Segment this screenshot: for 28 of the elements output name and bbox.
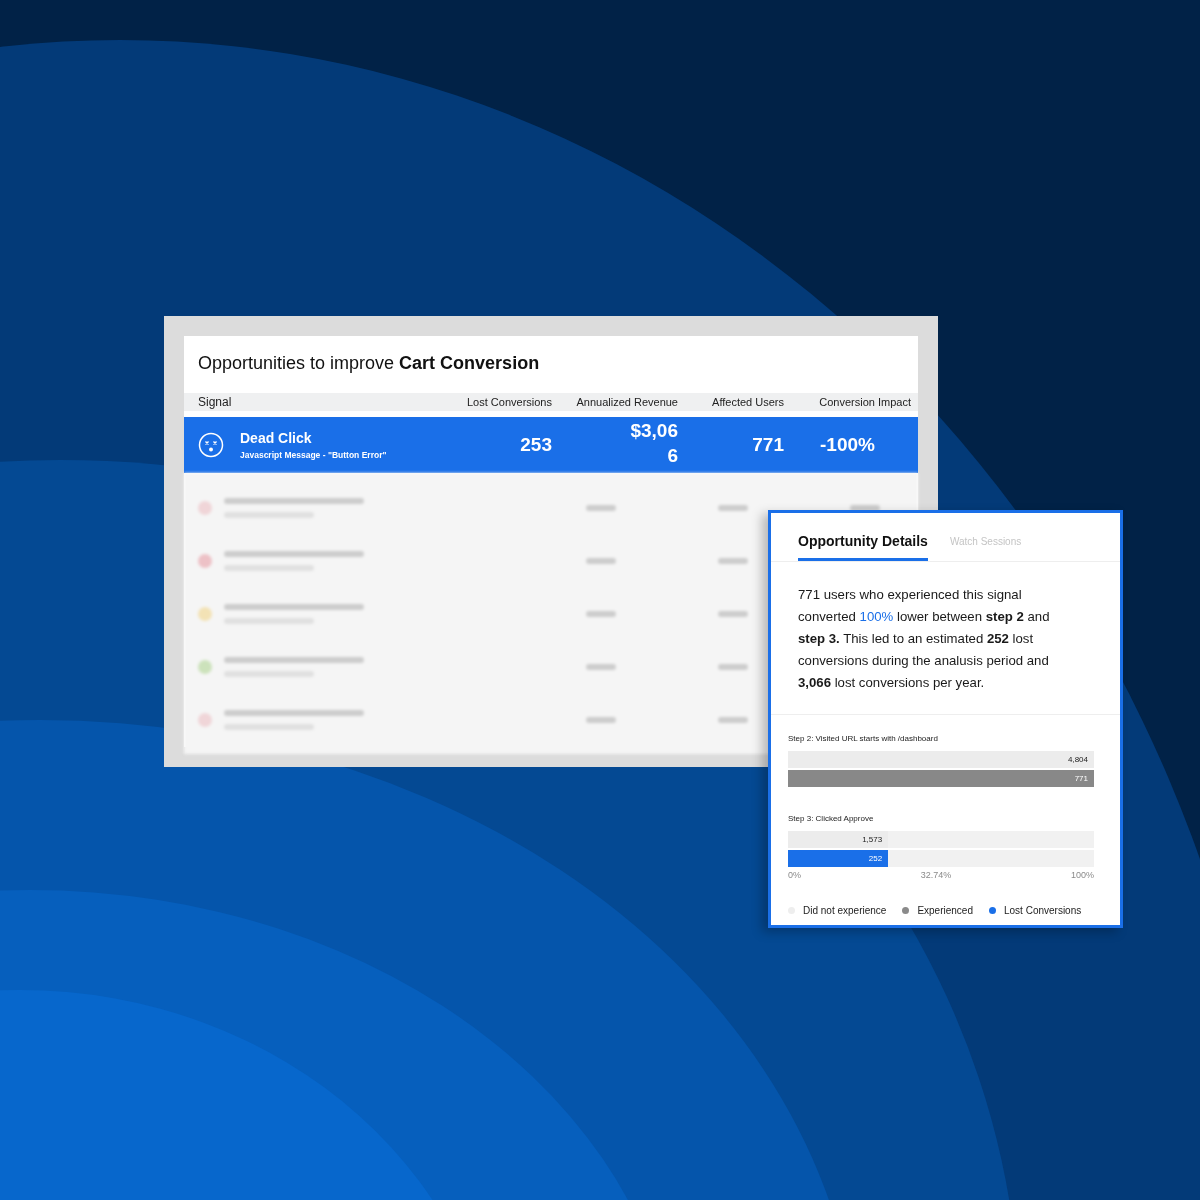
bar-fill: 771 [788,770,1094,787]
column-header: Signal [198,394,233,411]
signal-name: Dead Click [240,429,313,449]
column-header: Conversion Impact [818,394,911,410]
axis-tick-label: 0% [788,869,801,882]
legend-label: Lost Conversions [1004,903,1082,918]
bar-fill: 4,804 [788,751,1094,768]
bar-fill: 1,573 [788,831,889,848]
step-label: Step 2: Visited URL starts with /dashboard [788,733,939,745]
signal-detail: Javascript Message - "Button Error" [240,449,387,462]
legend-label: Experienced [917,903,973,918]
column-header: Lost Conversions [466,394,552,410]
dead-face-icon [198,432,224,458]
column-header: Annualized Revenue [575,394,678,410]
legend-label: Did not experience [803,903,887,918]
axis-tick-label: 100% [1070,869,1094,882]
column-header: Affected Users [711,394,784,410]
affected-users-value: 771 [752,433,784,455]
card-title: Opportunities to improve Cart Conversion [197,352,541,375]
axis-tick-label: 32.74% [920,869,952,882]
panel-tab[interactable]: Opportunity Details [798,529,928,561]
summary-paragraph: 771 users who experienced this signal converted 100% lower between step 2 and step 3. This led to an estimated 252 lost conversions during the analusis period and 3,066 lost conversions per year. [771,562,1120,715]
conversion-impact-value: -100% [820,433,875,455]
step-label: Step 3: Clicked Approve [788,813,875,825]
bar-fill: 252 [788,850,889,867]
lost-conversions-value: 253 [520,433,552,455]
signal-row[interactable]: Dead Click Javascript Message - "Button Error" 253 $3,066 771 -100% [184,417,918,473]
revenue-value: $3,066 [629,419,678,469]
